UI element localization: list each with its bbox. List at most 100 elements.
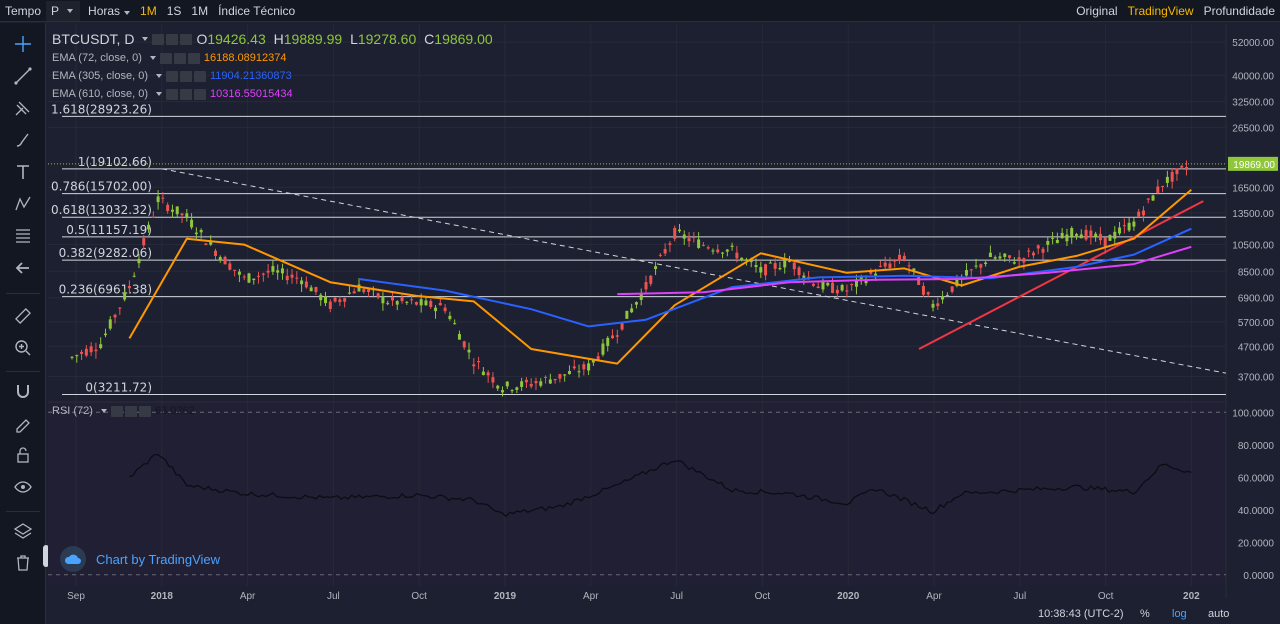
- candle-body: [840, 285, 844, 291]
- candle-body: [692, 236, 696, 238]
- candle-body: [300, 280, 304, 285]
- candle-body: [721, 252, 725, 254]
- candle-body: [1065, 234, 1069, 242]
- candle-body: [658, 254, 662, 256]
- candle-body: [218, 257, 222, 261]
- candle-body: [147, 224, 151, 230]
- candle-body: [132, 275, 136, 277]
- chevron-down-icon[interactable]: [100, 409, 107, 413]
- x-tick-label: 2019: [494, 591, 517, 602]
- settings-icon[interactable]: [166, 88, 178, 100]
- legend-action-icons[interactable]: [166, 70, 206, 82]
- x-tick-label: Jul: [1013, 591, 1026, 602]
- chevron-down-icon[interactable]: [156, 74, 162, 78]
- candle-body: [481, 371, 485, 376]
- candle-body: [75, 355, 79, 357]
- candle-body: [113, 314, 117, 318]
- close-icon[interactable]: [180, 33, 193, 45]
- rsi-label[interactable]: RSI (72): [52, 405, 93, 417]
- close-icon[interactable]: [187, 52, 200, 64]
- rsi-y-tick-label: 40.0000: [1238, 506, 1275, 517]
- candle-body: [390, 297, 394, 301]
- close-icon[interactable]: [138, 405, 151, 417]
- visibility-icon[interactable]: [180, 88, 192, 100]
- chevron-down-icon[interactable]: [149, 56, 156, 60]
- watermark-text: Chart by TradingView: [96, 551, 221, 567]
- candle-body: [845, 290, 849, 292]
- candle-body: [1151, 195, 1155, 201]
- candle-body: [1036, 245, 1040, 249]
- settings-icon[interactable]: [159, 52, 172, 64]
- candle-body: [290, 274, 294, 278]
- candle-body: [166, 204, 170, 212]
- candle-body: [1113, 231, 1117, 239]
- settings-icon[interactable]: [166, 70, 178, 82]
- candle-body: [596, 356, 600, 360]
- legend-action-icons[interactable]: [110, 405, 151, 417]
- candle-body: [563, 374, 567, 376]
- ema-610-value: 10316.55015434: [210, 88, 293, 100]
- candle-body: [625, 310, 629, 319]
- candle-body: [615, 335, 619, 337]
- percent-scale-toggle[interactable]: %: [1140, 608, 1150, 620]
- candle-body: [505, 381, 509, 387]
- fib-level-label: 0.236(6961.38): [59, 283, 152, 297]
- y-tick-label: 16500.00: [1232, 183, 1274, 194]
- candle-body: [553, 378, 557, 381]
- auto-scale-toggle[interactable]: auto: [1208, 608, 1229, 620]
- visibility-icon[interactable]: [173, 52, 186, 64]
- candle-body: [974, 265, 978, 267]
- candle-body: [123, 292, 127, 300]
- ema-305-label[interactable]: EMA (305, close, 0): [52, 70, 148, 82]
- visibility-icon[interactable]: [124, 405, 137, 417]
- legend-action-icons[interactable]: [152, 33, 193, 45]
- settings-icon[interactable]: [152, 33, 165, 45]
- candle-body: [544, 376, 548, 378]
- candle-body: [94, 349, 98, 352]
- ema-72-legend: EMA (72, close, 0) 16188.08912374: [52, 52, 286, 64]
- candle-body: [835, 289, 839, 294]
- chevron-down-icon[interactable]: [156, 92, 162, 96]
- legend-action-icons[interactable]: [159, 52, 200, 64]
- ema-72-label[interactable]: EMA (72, close, 0): [52, 52, 142, 64]
- candle-body: [1108, 235, 1112, 241]
- candle-body: [170, 209, 174, 212]
- candle-body: [1175, 168, 1179, 175]
- log-scale-toggle[interactable]: log: [1172, 608, 1187, 620]
- candle-body: [577, 371, 581, 373]
- candle-body: [759, 267, 763, 273]
- close-icon[interactable]: [194, 88, 206, 100]
- visibility-icon[interactable]: [180, 70, 192, 82]
- x-tick-label: Oct: [1098, 591, 1114, 602]
- symbol-name[interactable]: BTCUSDT, D: [52, 31, 134, 47]
- candle-body: [347, 292, 351, 294]
- rsi-y-tick-label: 20.0000: [1238, 538, 1275, 549]
- y-tick-label: 52000.00: [1232, 38, 1274, 49]
- ema-610-label[interactable]: EMA (610, close, 0): [52, 88, 148, 100]
- candle-body: [462, 341, 466, 348]
- candle-body: [400, 297, 404, 302]
- rsi-y-tick-label: 100.0000: [1232, 408, 1274, 419]
- x-tick-label: Jul: [670, 591, 683, 602]
- candle-body: [1055, 239, 1059, 244]
- candle-body: [491, 377, 495, 383]
- chevron-down-icon[interactable]: [142, 37, 149, 41]
- settings-icon[interactable]: [110, 405, 123, 417]
- candle-body: [314, 286, 318, 292]
- candle-body: [677, 229, 681, 232]
- candle-body: [831, 282, 835, 293]
- candle-body: [1012, 262, 1016, 264]
- candle-body: [964, 270, 968, 276]
- candle-body: [1051, 237, 1055, 239]
- candle-body: [276, 270, 280, 273]
- candle-body: [257, 275, 261, 277]
- fib-level-label: 0.786(15702.00): [51, 180, 152, 194]
- tradingview-watermark[interactable]: Chart by TradingView: [60, 546, 220, 572]
- close-icon[interactable]: [194, 70, 206, 82]
- candle-body: [735, 252, 739, 259]
- candle-body: [496, 385, 500, 389]
- candle-body: [1031, 252, 1035, 256]
- fib-level-label: 0(3211.72): [85, 380, 152, 394]
- visibility-icon[interactable]: [166, 33, 179, 45]
- legend-action-icons[interactable]: [166, 88, 206, 100]
